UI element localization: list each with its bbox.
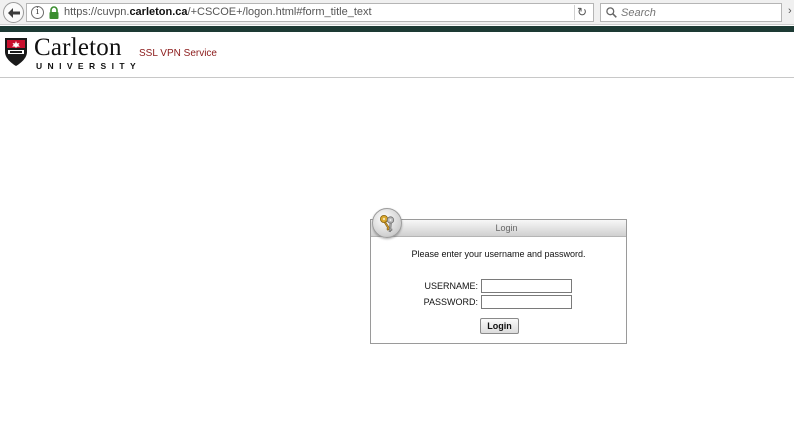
search-icon — [606, 7, 617, 18]
back-button[interactable] — [3, 2, 24, 23]
login-panel-header: Login — [371, 220, 626, 237]
search-input[interactable] — [621, 5, 779, 20]
password-label: PASSWORD: — [423, 297, 478, 307]
info-icon[interactable]: i — [31, 6, 44, 19]
site-header: Carleton UNIVERSITY SSL VPN Service — [0, 32, 794, 78]
username-label: USERNAME: — [424, 281, 478, 291]
keys-badge — [372, 208, 402, 238]
keys-icon — [380, 215, 395, 233]
lock-icon — [49, 6, 59, 19]
address-bar[interactable]: i https://cuvpn.carleton.ca/+CSCOE+/logo… — [26, 3, 594, 22]
overflow-menu-icon[interactable]: › — [788, 5, 792, 17]
login-panel-title: Login — [495, 223, 518, 233]
login-button[interactable]: Login — [480, 318, 519, 334]
browser-toolbar: i https://cuvpn.carleton.ca/+CSCOE+/logo… — [0, 0, 794, 25]
username-input[interactable] — [481, 279, 572, 293]
logo-wordmark: Carleton — [34, 34, 122, 61]
back-arrow-icon — [7, 7, 20, 18]
login-prompt: Please enter your username and password. — [411, 249, 586, 259]
login-panel: Login Please enter your username and pas… — [370, 219, 627, 344]
reload-icon[interactable]: ↻ — [574, 5, 589, 20]
university-shield-logo — [5, 38, 27, 66]
search-box[interactable] — [600, 3, 782, 22]
logo-subtitle: UNIVERSITY — [36, 61, 142, 71]
password-input[interactable] — [481, 295, 572, 309]
url-text: https://cuvpn.carleton.ca/+CSCOE+/logon.… — [64, 6, 372, 18]
service-title: SSL VPN Service — [139, 48, 217, 59]
